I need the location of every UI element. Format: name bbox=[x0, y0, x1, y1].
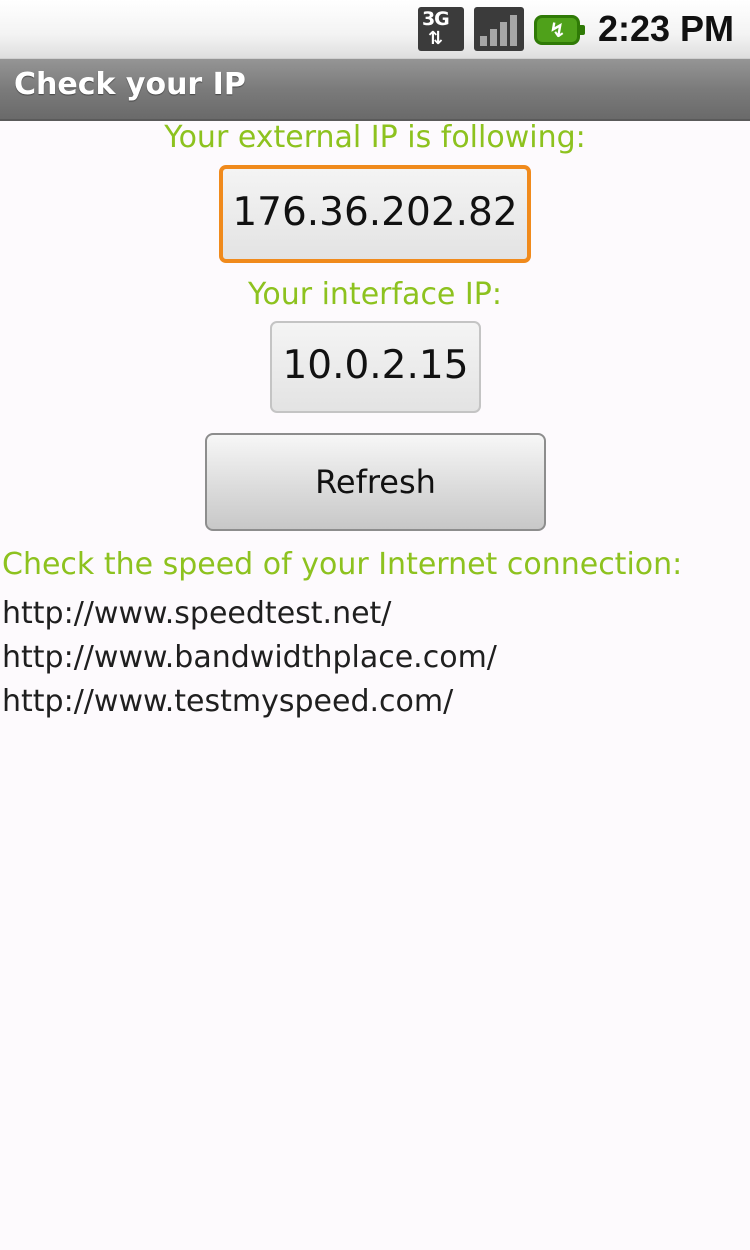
speed-check-heading: Check the speed of your Internet connect… bbox=[2, 547, 683, 582]
status-icons: 3G ⇅ ↯ 2:23 PM bbox=[417, 6, 734, 52]
app-title-bar: Check your IP bbox=[0, 59, 750, 121]
interface-ip-field[interactable]: 10.0.2.15 bbox=[270, 321, 481, 413]
app-title: Check your IP bbox=[14, 67, 246, 102]
status-clock: 2:23 PM bbox=[597, 8, 734, 49]
battery-charging-icon: ↯ bbox=[533, 15, 585, 45]
refresh-button[interactable]: Refresh bbox=[205, 433, 546, 531]
data-activity-icon: ⇅ bbox=[427, 28, 443, 49]
signal-strength-icon bbox=[473, 7, 524, 51]
speed-link-bandwidthplace[interactable]: http://www.bandwidthplace.com/ bbox=[2, 636, 497, 680]
speed-link-testmyspeed[interactable]: http://www.testmyspeed.com/ bbox=[2, 680, 497, 724]
network-type-text: 3G bbox=[421, 8, 450, 30]
speed-link-speedtest[interactable]: http://www.speedtest.net/ bbox=[2, 592, 497, 636]
interface-ip-label: Your interface IP: bbox=[248, 277, 502, 312]
network-3g-icon: 3G ⇅ bbox=[417, 7, 464, 51]
status-bar: 3G ⇅ ↯ 2:23 PM bbox=[0, 0, 750, 59]
speed-link-list: http://www.speedtest.net/ http://www.ban… bbox=[2, 592, 497, 724]
external-ip-label: Your external IP is following: bbox=[164, 120, 586, 155]
external-ip-field[interactable]: 176.36.202.82 bbox=[219, 165, 531, 263]
